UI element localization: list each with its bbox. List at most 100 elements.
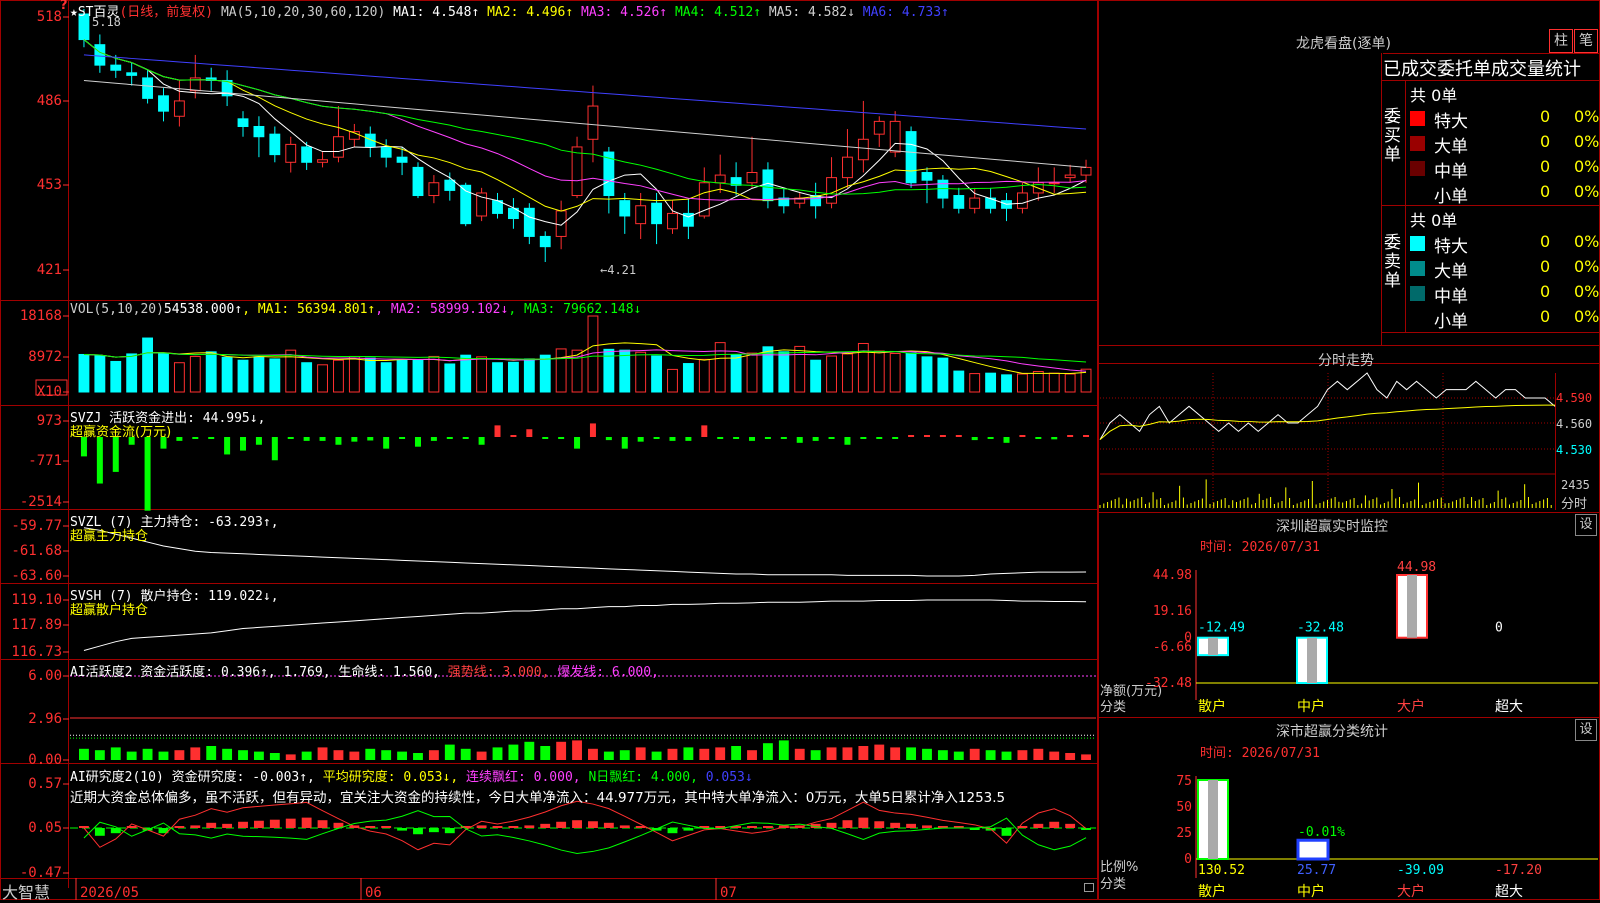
ai2-bar [747,750,757,760]
ai2-bar [1017,750,1028,760]
ai2-bar [699,748,710,760]
candle [523,207,535,237]
column-button[interactable]: 柱 [1549,29,1573,53]
price-tick-1: 486 [37,93,62,109]
ai-res-bar [890,822,901,828]
svsh-sub: 超赢散户持仓 [70,603,149,618]
candle [94,44,106,66]
ai2-bar [365,748,376,760]
ai2-bar [492,747,503,760]
svzj-bar [1035,437,1042,439]
monitor-settings-button[interactable]: 设 [1575,514,1597,536]
kline-svg[interactable]: 518 486 453 421 18168 8972 X10 973 -771 -2514 -59.… [0,0,1098,900]
candle [110,64,122,71]
ai2-bar [556,741,567,760]
ai-res-bar [1033,823,1044,828]
svzj-bar [796,437,803,443]
svzj-bar [383,437,390,449]
stroke-button[interactable]: 笔 [1574,29,1598,53]
volume-bar [842,353,853,393]
fenshi-vol-top: 2435 [1561,478,1590,492]
volume-bar [380,362,392,393]
ai2-bar [317,747,328,760]
svzj-bar [271,437,278,461]
candle [619,200,631,217]
sell-row-name-1: 大单 [1434,262,1468,282]
candle [380,146,392,158]
candle [126,72,138,76]
sell-row-value-1: 0 [1540,257,1551,276]
svzl-tick-2: -63.60 [11,568,62,584]
buy-row-value-3: 0 [1540,182,1551,201]
ai-res-bar [190,825,201,828]
ai-res-bar [79,826,89,828]
outer-frame [0,0,1098,900]
ai-res-bar [619,825,630,828]
ai2-bar [826,747,837,760]
volume-bar [635,351,647,393]
kline-area[interactable]: 518 486 453 421 18168 8972 X10 973 -771 -2514 -59.… [0,0,1098,903]
corner-mark[interactable]: ? [60,0,68,13]
ai2-bar [222,748,233,760]
monitor-bar-shade-2 [1407,575,1417,638]
lock-icon[interactable] [1084,883,1094,892]
fenshi-label[interactable]: 分时 [1561,493,1587,512]
volume-bar [110,360,122,393]
candle [667,212,678,230]
sell-row-pct-3: 0% [1574,307,1600,326]
fenshi-title: 分时走势 [1318,353,1374,369]
ai2-bar [397,751,408,760]
classify-settings-button[interactable]: 设 [1575,719,1597,741]
monitor-bar-shade-0 [1208,637,1218,656]
svzj-bar [1019,435,1026,437]
ai2-bar [715,747,726,760]
ai2-bar [508,744,519,760]
ai2-bar [906,747,917,760]
monitor-cat-0: 散户 [1198,698,1226,715]
ai-res-bar [1065,823,1076,828]
ai-res-bar [285,818,296,828]
ai2-bar [667,748,678,760]
ai-res-bar [874,821,885,828]
buy-label: 委买单 [1384,107,1401,165]
svzj-bar [1067,435,1074,437]
svzj-bar [510,435,517,437]
svzj-bar [287,437,294,439]
candle [826,177,837,204]
brand[interactable]: 大智慧 [2,879,50,903]
classify-value-3: -17.20 [1495,863,1542,878]
vol-tick-2: X10 [37,384,62,400]
classify-y-tick-0: 75 [1176,774,1192,789]
monitor-title: 深圳超赢实时监控 [1276,519,1388,535]
svzj-bar [558,437,565,439]
ai-res-bar [492,826,503,828]
buy-row-pct-2: 0% [1574,157,1600,176]
ai2-bar [985,750,996,760]
fenshi-price-1: 4.590 [1556,391,1593,405]
monitor-value-0: -12.49 [1198,621,1245,636]
ai-res-bar [922,825,932,828]
svzj-tick-0: 973 [37,413,62,429]
date-tick-0: 2026/05 [80,885,139,900]
candle [746,172,758,184]
candle [412,166,424,197]
svzj-bar [653,437,660,439]
monitor-y-tick-3: -6.66 [1153,640,1192,655]
sell-swatch-3 [1410,311,1425,326]
buy-swatch-0 [1410,111,1425,126]
ai-res-bar [906,823,917,828]
ai-res-bar [1049,821,1060,828]
candle [539,235,551,248]
right-frame [1098,0,1600,900]
svzj-bar [828,437,835,439]
ai2-bar [603,751,614,760]
volume-bar [158,353,169,393]
ai2-tick-0: 6.00 [28,668,62,684]
buy-row-pct-0: 0% [1574,107,1600,126]
ai-res-bar [858,817,869,828]
volume-bar [173,362,185,393]
ai-res-bar [556,821,567,828]
ai2-bar [253,751,264,760]
ai2-bar [1033,748,1044,760]
ma120-line [83,54,1087,130]
